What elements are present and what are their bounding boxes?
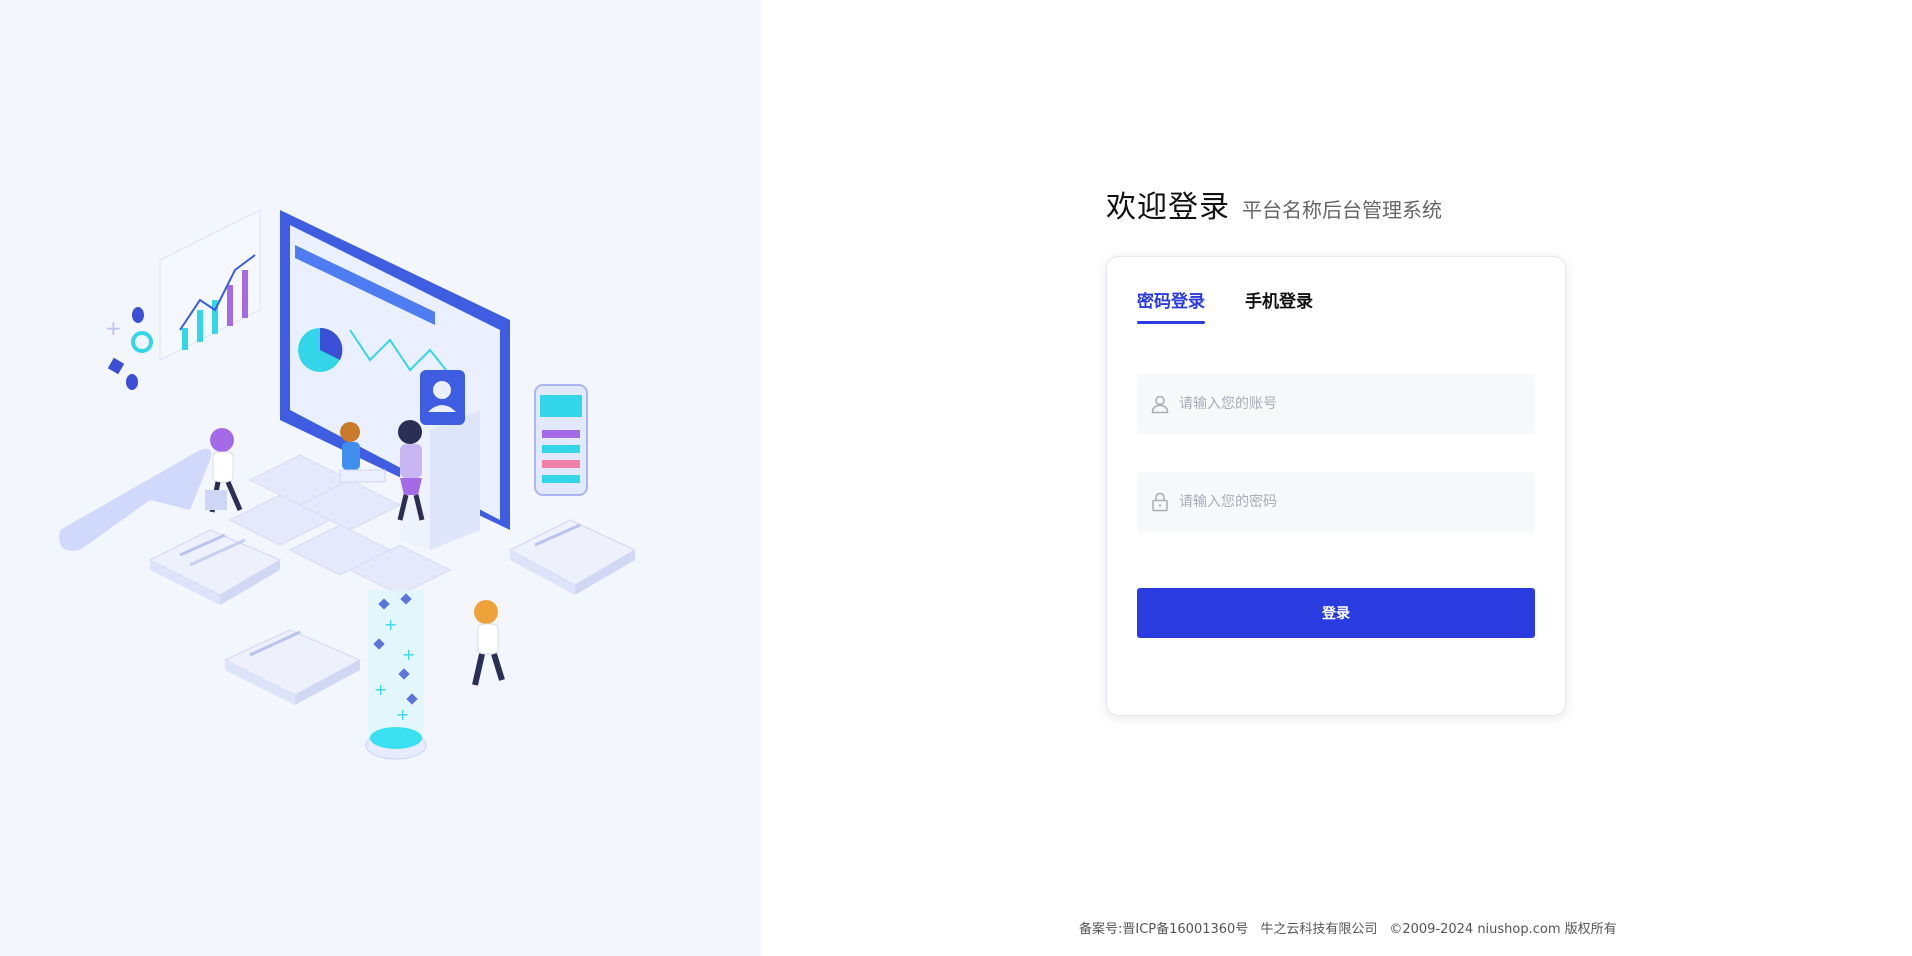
user-icon	[1149, 393, 1171, 415]
footer: 备案号:晋ICP备16001360号 牛之云科技有限公司 ©2009-2024 …	[1079, 918, 1617, 937]
tab-phone-login[interactable]: 手机登录	[1245, 287, 1313, 324]
svg-text:+: +	[402, 645, 415, 664]
tab-password-login[interactable]: 密码登录	[1137, 287, 1205, 324]
dashboard-illustration: + + + + +	[59, 209, 637, 760]
svg-text:+: +	[374, 680, 387, 699]
login-tabs: 密码登录 手机登录	[1137, 287, 1313, 324]
svg-text:+: +	[105, 316, 122, 340]
icp-record: 备案号:晋ICP备16001360号	[1079, 922, 1249, 937]
svg-text:+: +	[396, 705, 409, 724]
illustration-panel: + + + + +	[0, 0, 761, 956]
password-field[interactable]	[1137, 472, 1535, 532]
login-card: 密码登录 手机登录 登录	[1106, 256, 1566, 716]
svg-text:+: +	[384, 615, 397, 634]
login-button[interactable]: 登录	[1137, 588, 1535, 638]
company-name: 牛之云科技有限公司	[1260, 922, 1378, 937]
platform-name: 平台名称后台管理系统	[1242, 198, 1442, 222]
password-input[interactable]	[1179, 472, 1535, 532]
copyright: ©2009-2024 niushop.com 版权所有	[1389, 922, 1617, 937]
account-input[interactable]	[1179, 374, 1535, 434]
account-field[interactable]	[1137, 374, 1535, 434]
welcome-title: 欢迎登录	[1106, 190, 1230, 225]
welcome-header: 欢迎登录 平台名称后台管理系统	[1106, 182, 1442, 226]
lock-icon	[1149, 491, 1171, 513]
